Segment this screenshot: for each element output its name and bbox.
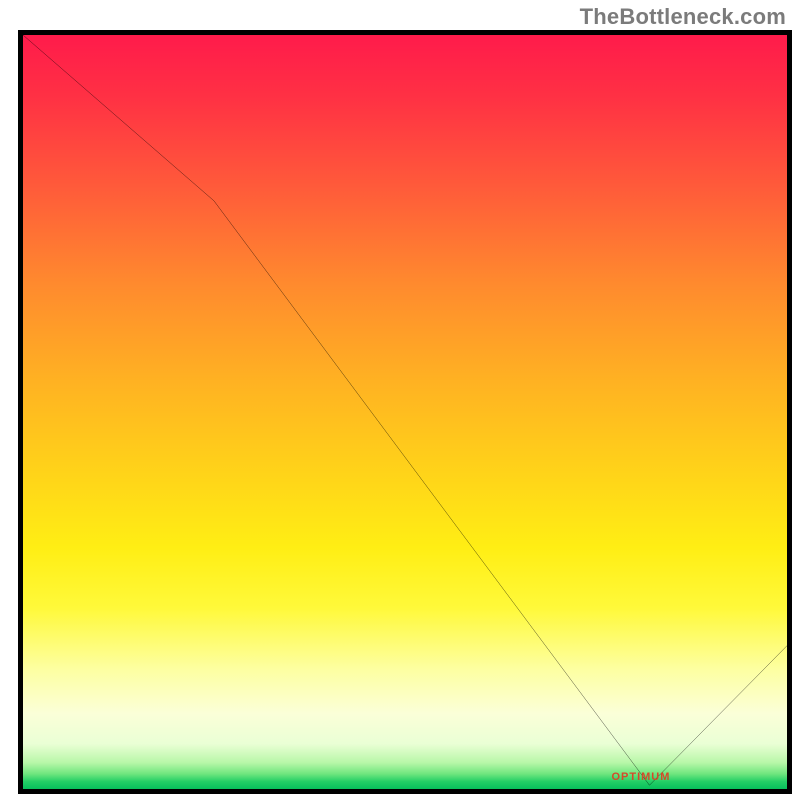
plot-frame: OPTIMUM [18,30,792,794]
chart-stage: TheBottleneck.com OPTIMUM [0,0,800,800]
bottleneck-curve [23,35,787,785]
optimum-label: OPTIMUM [611,771,670,783]
curve-layer [23,35,787,789]
watermark-text: TheBottleneck.com [580,4,786,30]
